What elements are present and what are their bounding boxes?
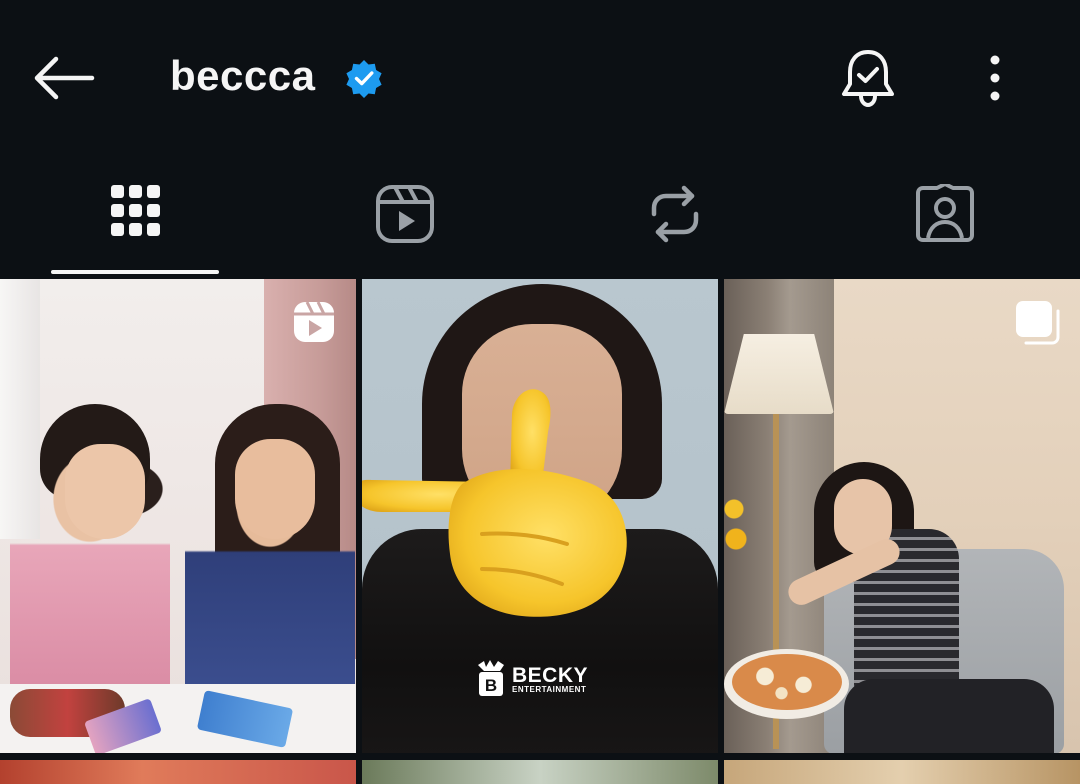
active-tab-indicator (51, 270, 219, 274)
posts-grid: B BECKY ENTERTAINMENT (0, 279, 1080, 784)
post-tile[interactable] (724, 760, 1080, 784)
svg-text:B: B (485, 676, 497, 695)
photo-subject (235, 439, 315, 539)
photo-subject (844, 679, 1054, 753)
more-vertical-icon (990, 55, 1000, 101)
photo-detail (724, 494, 750, 554)
back-arrow-icon (34, 56, 95, 100)
profile-header: beccca (0, 0, 1080, 160)
profile-username: beccca (170, 52, 316, 99)
watermark-sub: ENTERTAINMENT (512, 685, 587, 694)
profile-tabs (0, 160, 1080, 278)
tagged-user-icon (916, 184, 974, 242)
verified-badge-icon (344, 58, 384, 98)
tab-reels[interactable] (320, 160, 490, 278)
post-tile-carousel[interactable] (724, 279, 1080, 753)
repost-icon (651, 185, 699, 243)
tab-tagged[interactable] (860, 160, 1030, 278)
photo-detail (732, 654, 842, 710)
tab-reposts[interactable] (590, 160, 760, 278)
back-button[interactable] (28, 50, 98, 106)
pointing-hand-emoji (362, 389, 627, 617)
tab-posts[interactable] (51, 160, 219, 278)
carousel-badge-icon (1016, 301, 1060, 345)
post-tile-reel[interactable] (0, 279, 356, 753)
more-options-button[interactable] (975, 50, 1015, 106)
grid-icon (111, 185, 160, 236)
post-tile[interactable] (0, 760, 356, 784)
bell-check-icon (842, 50, 894, 108)
reels-badge-icon (294, 301, 334, 342)
notifications-bell-button[interactable] (838, 46, 898, 110)
post-tile[interactable] (362, 760, 718, 784)
post-tile-photo[interactable]: B BECKY ENTERTAINMENT (362, 279, 718, 753)
photo-subject (65, 444, 145, 539)
reels-icon (376, 185, 434, 243)
